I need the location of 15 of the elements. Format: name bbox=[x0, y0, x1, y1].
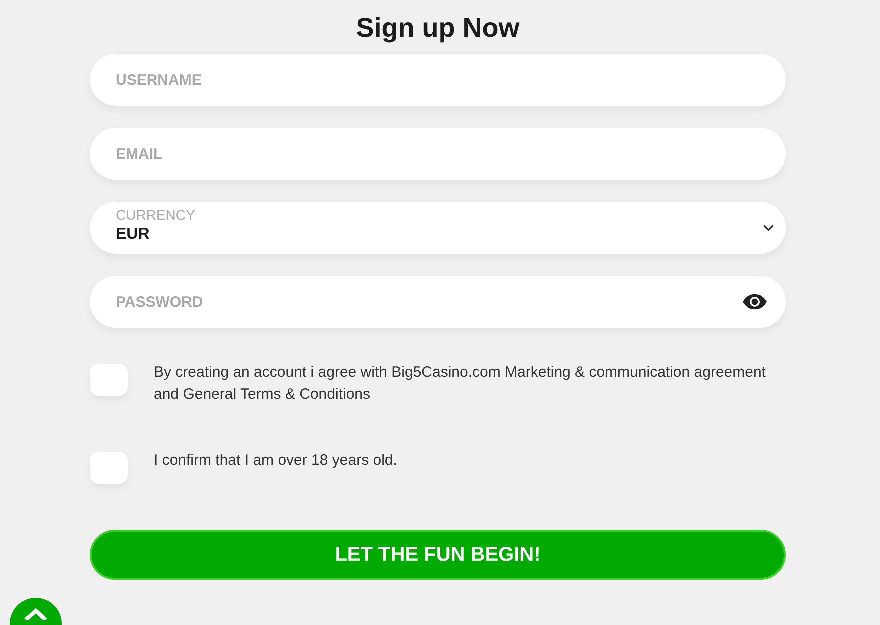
selected-value: EUR bbox=[116, 225, 151, 244]
checkbox[interactable] bbox=[90, 364, 128, 396]
checkbox[interactable] bbox=[90, 452, 128, 484]
chevron-down-icon bbox=[763, 224, 774, 232]
chevron-up-icon bbox=[24, 608, 48, 620]
agreement-text: By creating an account i agree with Big5Casino.com Marketing & communication agreement and General Terms & Conditions bbox=[154, 363, 767, 405]
field-label: CURRENCY bbox=[116, 208, 196, 223]
scroll-to-top-button[interactable] bbox=[10, 598, 62, 625]
dropdown-field[interactable]: CURRENCY EUR bbox=[90, 202, 786, 254]
eye-icon[interactable] bbox=[742, 294, 768, 310]
input-field[interactable]: USERNAME bbox=[90, 54, 786, 106]
input-field[interactable]: EMAIL bbox=[90, 128, 786, 180]
form-title: Sign up Now bbox=[355, 12, 521, 45]
password-field[interactable]: PASSWORD bbox=[90, 276, 786, 328]
agreement-text: I confirm that I am over 18 years old. bbox=[154, 451, 398, 471]
